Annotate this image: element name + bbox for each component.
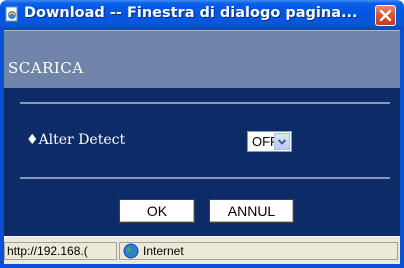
setting-row-alter-detect: ♦Alter Detect (26, 132, 125, 148)
close-icon (379, 9, 392, 22)
window-border-bottom (0, 264, 404, 268)
dialog-body (4, 88, 400, 236)
window-title: Download -- Finestra di dialogo pagina..… (24, 5, 358, 21)
dialog-title: SCARICA (8, 59, 84, 77)
setting-label: Alter Detect (38, 132, 126, 148)
ie-page-icon (5, 6, 18, 22)
status-zone-label: Internet (143, 244, 184, 258)
chevron-down-icon (277, 139, 287, 145)
cancel-button[interactable]: ANNUL (209, 199, 294, 223)
ok-button[interactable]: OK (119, 199, 195, 223)
dialog-header: SCARICA (4, 30, 400, 88)
close-button[interactable] (375, 5, 396, 26)
divider-bottom (20, 177, 390, 179)
diamond-marker: ♦ (26, 132, 39, 148)
divider-top (20, 102, 390, 104)
window-border-right (400, 30, 404, 268)
globe-icon (123, 243, 139, 259)
dropdown-button[interactable] (274, 133, 290, 150)
status-url: http://192.168.( (4, 242, 117, 260)
alter-detect-select[interactable]: OFF (247, 131, 292, 152)
title-bar[interactable]: Download -- Finestra di dialogo pagina..… (0, 0, 404, 30)
